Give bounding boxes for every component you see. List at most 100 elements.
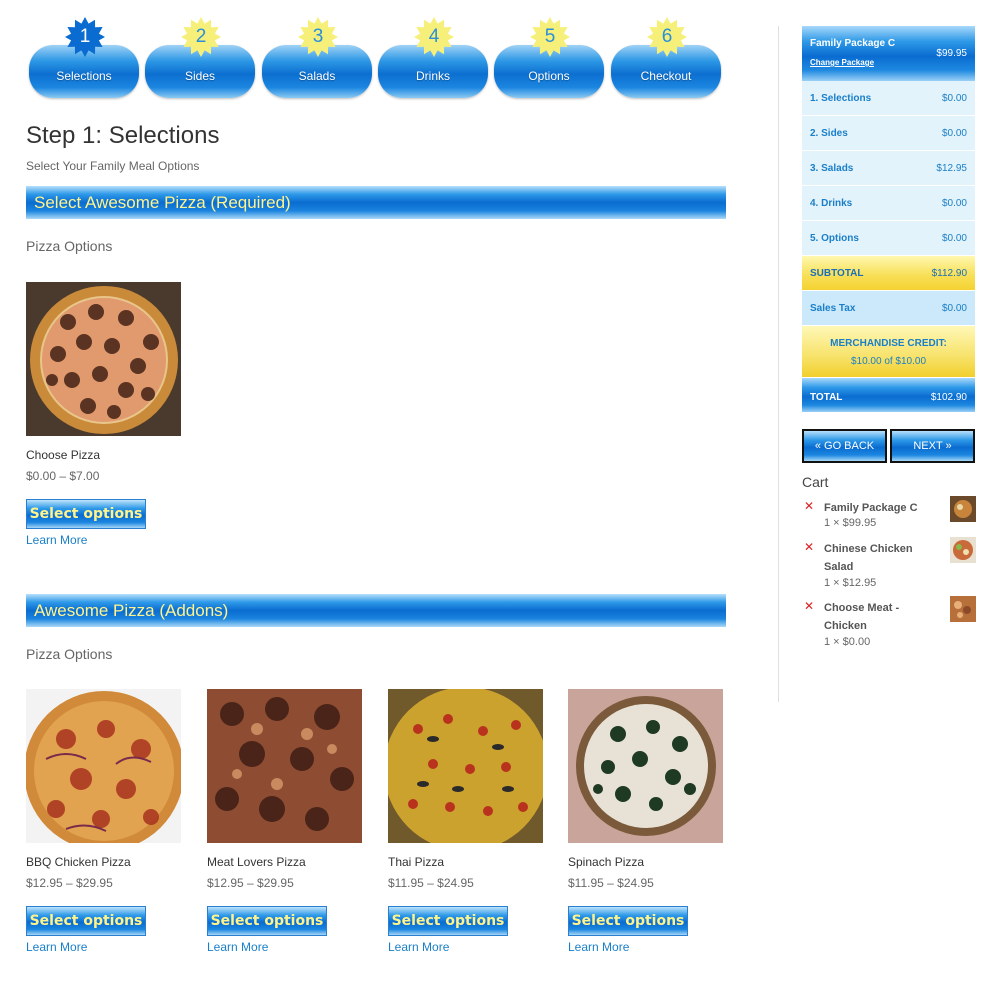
learn-more-link[interactable]: Learn More [26,940,87,954]
step-label: Selections [56,69,112,83]
step-label: Sides [184,69,216,83]
summary-row-value: $12.95 [936,163,967,174]
step-number: 3 [312,26,324,47]
summary-row-selections[interactable]: 1. Selections $0.00 [802,81,975,116]
cart-item-name[interactable]: Choose Meat - Chicken [824,599,942,635]
order-summary: Family Package C $99.95 Change Package 1… [802,26,975,413]
product-price: $11.95 – $24.95 [568,876,654,890]
summary-row-label: 2. Sides [810,128,848,139]
page-subtitle: Select Your Family Meal Options [26,159,200,173]
package-name: Family Package C [810,38,896,49]
pizza-image[interactable] [568,689,723,843]
change-package-link[interactable]: Change Package [810,58,874,67]
credit-value: $10.00 of $10.00 [850,356,927,367]
cart-item-name[interactable]: Family Package C [824,499,942,517]
product-name: Spinach Pizza [568,855,645,869]
total-value: $102.90 [930,392,967,403]
wizard-nav: « GO BACK NEXT » [802,429,976,463]
summary-subtotal: SUBTOTAL $112.90 [802,256,975,291]
step-label: Salads [298,69,336,83]
summary-row-sides[interactable]: 2. Sides $0.00 [802,116,975,151]
cart-item-qty: 1 × $99.95 [824,517,877,529]
remove-icon[interactable]: ✕ [804,499,814,513]
learn-more-link[interactable]: Learn More [207,940,268,954]
select-options-button[interactable]: Select options [388,906,508,936]
product-price: $11.95 – $24.95 [388,876,474,890]
page-title: Step 1: Selections [26,122,220,149]
package-price: $99.95 [936,48,967,59]
step-number: 1 [79,26,91,47]
cart-item-thumbnail [950,596,976,622]
subtotal-label: SUBTOTAL [810,268,864,279]
sidebar-divider [778,26,779,702]
summary-merchandise-credit: MERCHANDISE CREDIT: $10.00 of $10.00 [802,326,975,378]
product-price: $12.95 – $29.95 [26,876,113,890]
product-price: $0.00 – $7.00 [26,469,100,483]
summary-row-label: 4. Drinks [810,198,853,209]
select-options-button[interactable]: Select options [207,906,327,936]
summary-row-drinks[interactable]: 4. Drinks $0.00 [802,186,975,221]
step-number: 5 [544,26,556,47]
step-number: 6 [661,26,673,47]
learn-more-link[interactable]: Learn More [388,940,449,954]
step-number: 2 [195,26,207,47]
product-card: Choose Pizza $0.00 – $7.00 Select option… [26,282,181,547]
tax-label: Sales Tax [810,303,856,314]
subtotal-value: $112.90 [931,268,967,279]
credit-label: MERCHANDISE CREDIT: [830,338,947,349]
section-subheading: Pizza Options [26,238,113,254]
pizza-image[interactable] [26,689,181,843]
summary-row-value: $0.00 [941,93,967,104]
step-label: Checkout [640,69,692,83]
step-selections[interactable]: 1 Selections [29,14,139,100]
product-card: BBQ Chicken Pizza $12.95 – $29.95 Select… [26,689,181,954]
summary-row-label: 5. Options [810,233,859,244]
section-heading-required: Select Awesome Pizza (Required) [26,186,726,219]
step-label: Options [528,69,570,83]
remove-icon[interactable]: ✕ [804,599,814,613]
product-name: Meat Lovers Pizza [207,855,306,869]
product-name: Choose Pizza [26,448,101,462]
step-salads[interactable]: 3 Salads [262,14,372,100]
pizza-image[interactable] [207,689,362,843]
product-name: BBQ Chicken Pizza [26,855,131,869]
cart-item-name[interactable]: Chinese Chicken Salad [824,540,942,576]
product-card: Thai Pizza $11.95 – $24.95 Select option… [388,689,543,954]
summary-total: TOTAL $102.90 [802,378,975,413]
pizza-image[interactable] [388,689,543,843]
section-heading-addons: Awesome Pizza (Addons) [26,594,726,627]
summary-sales-tax: Sales Tax $0.00 [802,291,975,326]
step-sides[interactable]: 2 Sides [145,14,255,100]
product-name: Thai Pizza [388,855,445,869]
section-subheading: Pizza Options [26,646,113,662]
summary-row-label: 3. Salads [810,163,854,174]
product-price: $12.95 – $29.95 [207,876,294,890]
cart-title: Cart [802,474,829,490]
learn-more-link[interactable]: Learn More [568,940,629,954]
summary-row-options[interactable]: 5. Options $0.00 [802,221,975,256]
next-button[interactable]: NEXT » [890,429,975,463]
summary-row-salads[interactable]: 3. Salads $12.95 [802,151,975,186]
summary-row-label: 1. Selections [810,93,872,104]
cart-item-thumbnail [950,496,976,522]
go-back-button[interactable]: « GO BACK [802,429,887,463]
select-options-button[interactable]: Select options [26,906,146,936]
learn-more-link[interactable]: Learn More [26,533,87,547]
summary-row-value: $0.00 [941,128,967,139]
step-navigation: 1 Selections 2 Sides 3 Salads 4 Drinks 5… [29,14,729,100]
summary-row-value: $0.00 [941,233,967,244]
product-card: Spinach Pizza $11.95 – $24.95 Select opt… [568,689,723,954]
step-checkout[interactable]: 6 Checkout [611,14,721,100]
tax-value: $0.00 [941,303,967,314]
cart-item-thumbnail [950,537,976,563]
product-card: Meat Lovers Pizza $12.95 – $29.95 Select… [207,689,362,954]
remove-icon[interactable]: ✕ [804,540,814,554]
step-number: 4 [428,26,440,47]
step-options[interactable]: 5 Options [494,14,604,100]
pizza-image[interactable] [26,282,181,436]
cart-item-qty: 1 × $12.95 [824,577,877,589]
step-drinks[interactable]: 4 Drinks [378,14,488,100]
step-label: Drinks [415,69,450,83]
select-options-button[interactable]: Select options [568,906,688,936]
select-options-button[interactable]: Select options [26,499,146,529]
